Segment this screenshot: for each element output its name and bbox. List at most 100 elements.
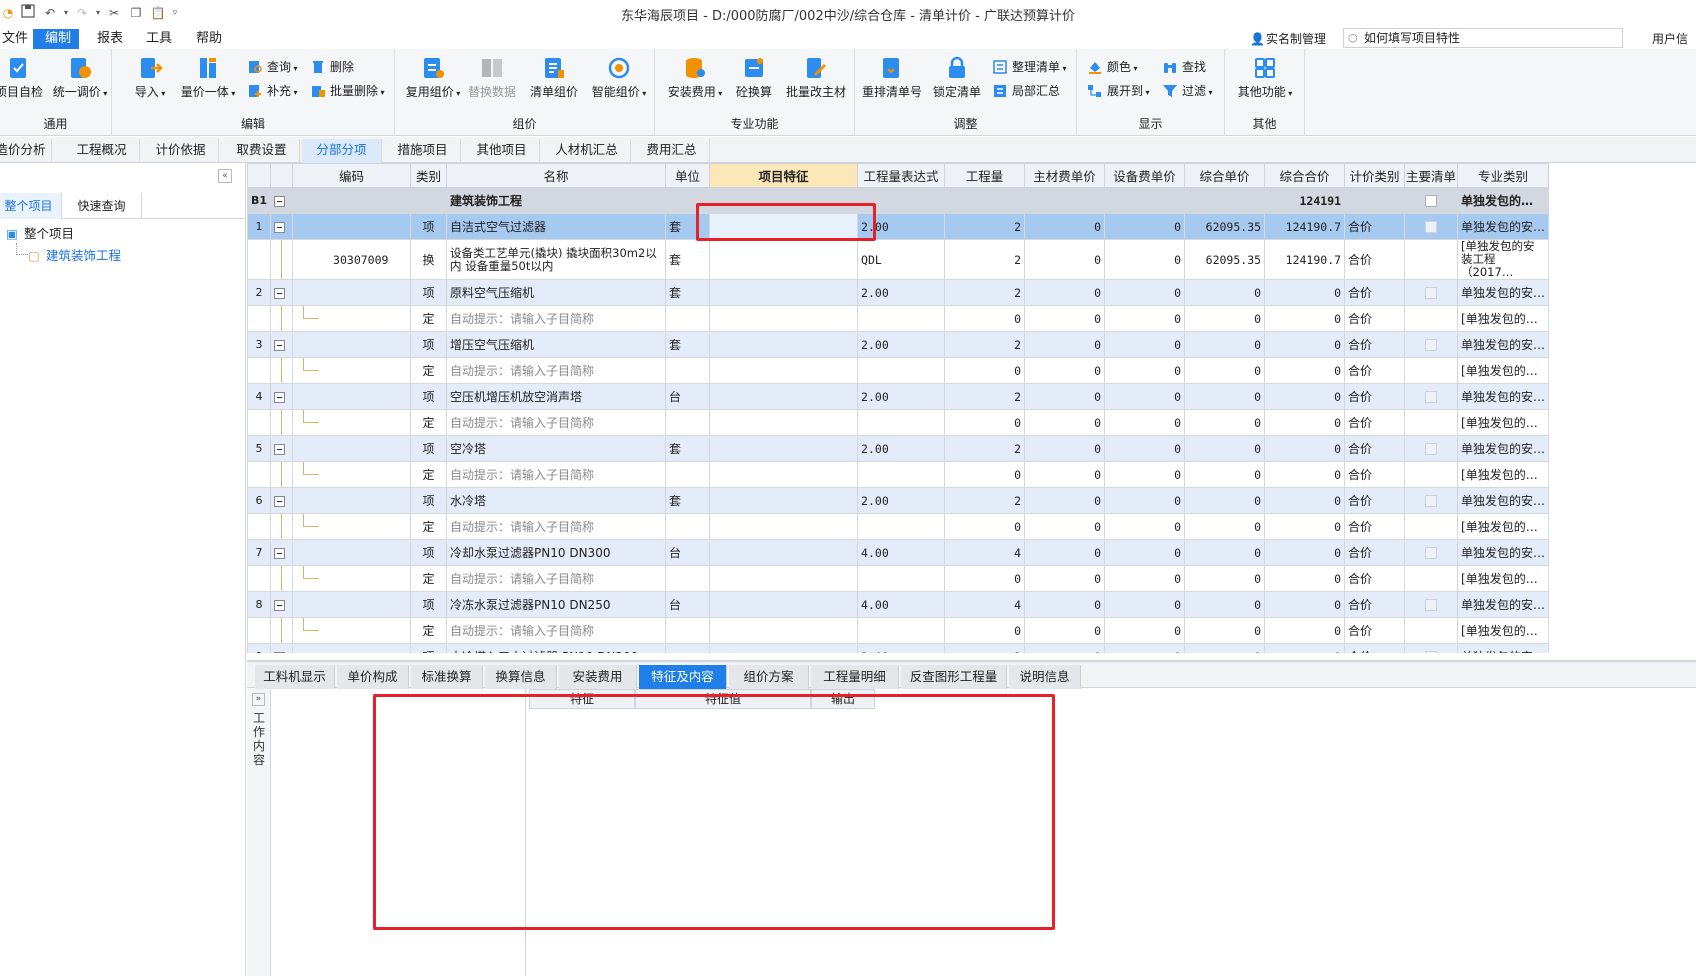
cell-price[interactable]: 0 <box>1184 513 1266 540</box>
cell-equip[interactable]: 0 <box>1104 331 1186 358</box>
expand-to-button[interactable]: 展开到 ▾ <box>1087 81 1150 101</box>
cell-name[interactable]: 自动提示：请输入子目简称 <box>446 565 667 592</box>
tab-labor-material-summary[interactable]: 人材机汇总 <box>543 139 631 163</box>
cell-expr[interactable] <box>857 305 946 332</box>
cell-code[interactable]: 30307009 <box>292 239 412 280</box>
table-row[interactable]: 2 项原料空气压缩机套 2.00 2 0 0 0 0 合价 单独发包的安… <box>247 279 1550 306</box>
cell-qty[interactable]: 2 <box>944 643 1026 653</box>
menu-tools[interactable]: 工具 <box>136 29 182 49</box>
cell-name[interactable]: 自动提示：请输入子目简称 <box>446 305 667 332</box>
collapse-row-icon[interactable] <box>270 435 294 462</box>
cell-price[interactable]: 0 <box>1184 591 1266 618</box>
cell-major[interactable]: 单独发包的安… <box>1457 487 1550 514</box>
collapse-row-icon[interactable] <box>270 487 294 514</box>
collapse-row-icon[interactable] <box>270 643 294 653</box>
cell-name[interactable]: 建筑装饰工程 <box>446 187 667 214</box>
cell-expr[interactable]: 2.00 <box>857 435 946 462</box>
cell-total[interactable]: 0 <box>1264 435 1346 462</box>
cell-price[interactable]: 0 <box>1184 279 1266 306</box>
col-header-main-list[interactable]: 主要清单 <box>1404 163 1459 188</box>
expand-side-icon[interactable]: » <box>252 693 265 706</box>
cell-unit[interactable]: 套 <box>665 487 711 514</box>
cell-pricing[interactable]: 合价 <box>1344 565 1406 592</box>
cell-main[interactable]: 0 <box>1024 487 1106 514</box>
cell-total[interactable]: 0 <box>1264 331 1346 358</box>
btab-graphic-quantity[interactable]: 反查图形工程量 <box>901 665 1007 689</box>
collapse-row-icon[interactable] <box>270 383 294 410</box>
other-functions-button[interactable]: 其他功能 ▾ <box>1233 55 1297 100</box>
cell-price[interactable]: 0 <box>1184 331 1266 358</box>
install-fee-button[interactable]: 安装费用 ▾ <box>665 55 725 100</box>
cell-major[interactable]: 单独发包的安… <box>1457 331 1550 358</box>
batch-main-material-button[interactable]: 批量改主材 <box>781 55 851 100</box>
cell-main[interactable]: 0 <box>1024 591 1106 618</box>
cell-qty[interactable]: 2 <box>944 487 1026 514</box>
tab-fee-settings[interactable]: 取费设置 <box>224 139 300 163</box>
cell-name[interactable]: 自动提示：请输入子目简称 <box>446 513 667 540</box>
col-header-unit-price[interactable]: 综合单价 <box>1184 163 1266 188</box>
cell-total[interactable]: 0 <box>1264 487 1346 514</box>
collapse-row-icon[interactable] <box>270 213 294 240</box>
sub-item-row[interactable]: 定自动提示：请输入子目简称 0 0 0 0 0 合价 [单独发包的… <box>247 305 1550 332</box>
cell-main[interactable]: 0 <box>1024 279 1106 306</box>
sub-item-row[interactable]: 30307009 换设备类工艺单元(撬块) 撬块面积30m2以内 设备重量50t以… <box>247 239 1550 280</box>
tab-sub-items[interactable]: 分部分项 <box>302 139 382 163</box>
btab-standard-conversion[interactable]: 标准换算 <box>411 665 483 689</box>
col-header-name[interactable]: 名称 <box>446 163 667 188</box>
btab-conversion-info[interactable]: 换算信息 <box>485 665 557 689</box>
cell-cat[interactable]: 项 <box>410 435 448 462</box>
cell-code[interactable] <box>292 279 412 306</box>
cell-equip[interactable]: 0 <box>1104 461 1186 488</box>
cell-code[interactable] <box>292 487 412 514</box>
cell-price[interactable]: 0 <box>1184 305 1266 332</box>
btab-quantity-detail[interactable]: 工程量明细 <box>811 665 899 689</box>
cell-expr[interactable]: 2.00 <box>857 279 946 306</box>
cell-expr[interactable] <box>857 357 946 384</box>
row-number[interactable] <box>247 409 272 436</box>
cell-name[interactable]: 自动提示：请输入子目简称 <box>446 357 667 384</box>
cell-total[interactable]: 0 <box>1264 591 1346 618</box>
cell-name[interactable]: 冷却水泵过滤器PN10 DN300 <box>446 539 667 566</box>
main-list-checkbox[interactable] <box>1404 239 1459 280</box>
cell-unit[interactable] <box>665 461 711 488</box>
cell-expr[interactable] <box>857 461 946 488</box>
cell-qty[interactable]: 0 <box>944 357 1026 384</box>
cell-main[interactable] <box>1024 187 1106 214</box>
cell-unit[interactable]: 套 <box>665 435 711 462</box>
reuse-pricing-button[interactable]: 复用组价 ▾ <box>405 55 461 100</box>
cell-pricing[interactable]: 合价 <box>1344 305 1406 332</box>
cell-code[interactable] <box>292 513 412 540</box>
cell-expr[interactable]: 2.00 <box>857 487 946 514</box>
table-row[interactable]: 4 项空压机增压机放空消声塔台 2.00 2 0 0 0 0 合价 单独发包的安… <box>247 383 1550 410</box>
cell-main[interactable]: 0 <box>1024 357 1106 384</box>
cell-total[interactable]: 124190.7 <box>1264 239 1346 280</box>
cell-major[interactable]: [单独发包的… <box>1457 565 1550 592</box>
main-list-checkbox[interactable] <box>1404 187 1459 214</box>
cell-major[interactable]: 单独发包的安… <box>1457 643 1550 653</box>
sub-item-row[interactable]: 定自动提示：请输入子目简称 0 0 0 0 0 合价 [单独发包的… <box>247 461 1550 488</box>
cell-main[interactable]: 0 <box>1024 539 1106 566</box>
cell-code[interactable] <box>292 591 412 618</box>
cell-feature[interactable] <box>709 239 859 280</box>
row-number[interactable]: 1 <box>247 213 272 240</box>
cell-name[interactable]: 自动提示：请输入子目简称 <box>446 617 667 644</box>
collapse-row-icon[interactable] <box>270 539 294 566</box>
cell-main[interactable]: 0 <box>1024 435 1106 462</box>
main-list-checkbox[interactable] <box>1404 279 1459 306</box>
cell-cat[interactable]: 项 <box>410 279 448 306</box>
cell-cat[interactable]: 定 <box>410 305 448 332</box>
cell-equip[interactable]: 0 <box>1104 213 1186 240</box>
color-button[interactable]: 颜色 ▾ <box>1087 57 1138 77</box>
cell-name[interactable]: 设备类工艺单元(撬块) 撬块面积30m2以内 设备重量50t以内 <box>446 239 667 280</box>
replace-data-button[interactable]: 替换数据 <box>464 55 520 100</box>
col-header-unit[interactable]: 单位 <box>665 163 711 188</box>
subtab-quick-query[interactable]: 快速查询 <box>62 193 142 219</box>
cell-cat[interactable]: 定 <box>410 617 448 644</box>
col-header-main-material-price[interactable]: 主材费单价 <box>1024 163 1106 188</box>
cell-qty[interactable]: 0 <box>944 513 1026 540</box>
cell-price[interactable]: 0 <box>1184 565 1266 592</box>
partial-summary-button[interactable]: 局部汇总 <box>992 81 1060 101</box>
cell-pricing[interactable]: 合价 <box>1344 239 1406 280</box>
work-content-side-tab[interactable]: » 工作内容 <box>247 689 271 976</box>
cell-code[interactable] <box>292 617 412 644</box>
